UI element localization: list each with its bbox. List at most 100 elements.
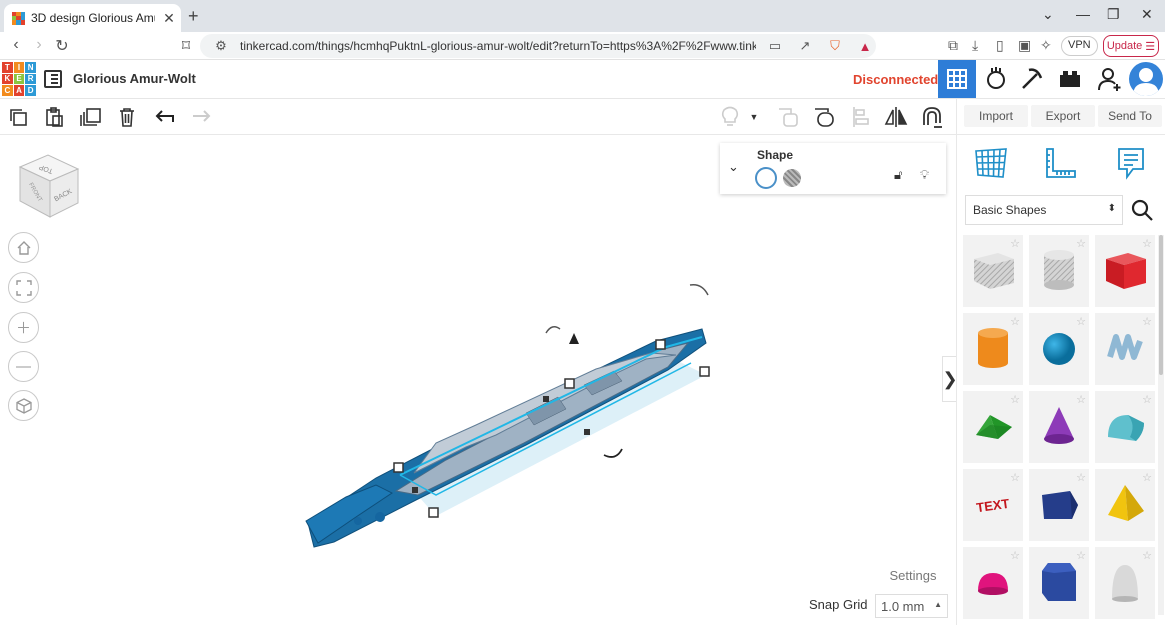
rotate-arrow-icon[interactable] [545,326,561,334]
shape-cylinder[interactable]: ☆ [963,313,1023,385]
scribble-icon [1107,334,1143,360]
undo-button[interactable] [153,105,177,129]
brave-rewards-icon[interactable]: ▲ [854,39,876,54]
paste-button[interactable] [42,105,66,129]
collapse-chevron-icon[interactable]: ⌄ [728,159,739,175]
download-icon[interactable]: ⤓ [972,37,978,54]
scale-handle[interactable] [393,462,404,473]
invite-user-button[interactable] [1091,60,1129,98]
view-cube[interactable]: TOP FRONT BACK [14,149,84,221]
projection-button[interactable] [8,390,39,421]
settings-button[interactable]: Settings [878,562,948,588]
midpoint-handle[interactable] [412,487,418,493]
copy-button[interactable] [6,105,30,129]
workplane-tool-icon[interactable] [973,145,1009,181]
sim-lab-button[interactable] [1051,60,1089,98]
browser-tab[interactable]: 3D design Glorious Amur-Wolt ✕ [4,4,181,32]
ruler-tool-icon[interactable] [1043,145,1079,181]
shape-roof[interactable]: ☆ [963,391,1023,463]
blocks-button[interactable] [977,60,1015,98]
align-button[interactable] [849,105,873,129]
duplicate-button[interactable] [79,105,103,129]
scale-handle[interactable] [428,507,439,518]
grid-view-icon [947,69,967,89]
snap-grid-select[interactable]: 1.0 mm ▲ [875,594,948,618]
scale-handle[interactable] [564,378,575,389]
shape-cone[interactable]: ☆ [1029,391,1089,463]
cruise-button[interactable] [920,105,944,129]
shape-half-sphere[interactable]: ☆ [963,547,1023,619]
cast-icon[interactable]: ▭ [764,38,786,54]
home-view-button[interactable] [8,232,39,263]
delete-button[interactable] [115,105,139,129]
ungroup-button[interactable] [812,105,836,129]
search-icon[interactable] [1129,197,1155,223]
new-tab-icon[interactable]: + [188,6,199,27]
tinkercad-logo[interactable]: T I N K E R C A D [2,62,36,96]
3d-view-button[interactable] [938,60,976,98]
zoom-in-button[interactable]: ＋ [8,312,39,343]
shape-paraboloid[interactable]: ☆ [1095,547,1155,619]
fit-view-button[interactable] [8,272,39,303]
leo-ai-icon[interactable]: ✧ [1040,37,1052,54]
project-name[interactable]: Glorious Amur-Wolt [73,71,196,86]
share-icon[interactable]: ↗ [794,38,816,54]
close-tab-icon[interactable]: ✕ [161,10,177,27]
shape-list-scrollbar[interactable] [1158,235,1164,615]
round-roof-icon [1108,415,1144,441]
scale-handle[interactable] [655,339,666,350]
hole-swatch[interactable] [783,169,801,187]
midpoint-handle[interactable] [584,429,590,435]
mirror-button[interactable] [884,105,908,129]
window-close-icon[interactable]: ✕ [1141,6,1153,23]
wallet-icon[interactable]: ▣ [1018,37,1031,54]
zoom-out-button[interactable]: — [8,351,39,382]
transform-handles[interactable] [390,275,730,520]
notes-tool-icon[interactable] [1113,145,1149,181]
maximize-icon[interactable]: ❐ [1107,6,1120,23]
vpn-button[interactable]: VPN [1061,36,1098,56]
shape-scribble[interactable]: ☆ [1095,313,1155,385]
group-button[interactable] [776,105,800,129]
rotate-arrow-icon[interactable] [603,448,623,458]
import-button[interactable]: Import [964,105,1028,127]
tab-search-icon[interactable]: ⌄ [1042,6,1054,23]
shape-text[interactable]: ☆ TEXT [963,469,1023,541]
lightbulb-icon[interactable]: 💡︎ [920,167,929,183]
forward-icon[interactable]: › [29,36,49,54]
lock-icon[interactable]: 🔓︎ [894,167,902,183]
solid-color-swatch[interactable] [755,167,777,189]
shape-cylinder-hole[interactable]: ☆ [1029,235,1089,307]
shape-wedge[interactable]: ☆ [1029,469,1089,541]
shape-box-hole[interactable]: ☆ [963,235,1023,307]
url-field[interactable]: ⚙ tinkercad.com/things/hcmhqPuktnL-glori… [200,34,876,58]
lift-handle[interactable] [569,333,579,344]
scale-handle[interactable] [699,366,710,377]
midpoint-handle[interactable] [543,396,549,402]
site-settings-icon[interactable]: ⚙ [210,38,232,54]
visibility-dropdown[interactable]: ▼ [747,105,761,129]
design-menu-icon[interactable] [44,70,62,88]
bricks-button[interactable] [1013,60,1051,98]
sidebar-icon[interactable]: ▯ [996,37,1004,54]
extensions-icon[interactable]: ⧉ [948,37,958,54]
shape-pyramid[interactable]: ☆ [1095,469,1155,541]
send-to-button[interactable]: Send To [1098,105,1162,127]
minimize-icon[interactable]: — [1076,6,1090,22]
brave-shields-icon[interactable]: ⛉ [824,38,846,54]
update-button[interactable]: Update ☰ [1103,35,1159,57]
show-hide-button[interactable] [718,105,742,129]
export-button[interactable]: Export [1031,105,1095,127]
reload-icon[interactable]: ↻ [52,36,72,56]
avatar[interactable] [1129,62,1163,96]
bookmark-icon[interactable]: ⌑ [176,36,196,56]
shape-sphere[interactable]: ☆ [1029,313,1089,385]
workplane[interactable]: TOP FRONT BACK ＋ — ⌄ Shape 🔓︎ 💡︎ [0,135,956,625]
shape-polygon[interactable]: ☆ [1029,547,1089,619]
rotate-arrow-icon[interactable] [689,283,709,296]
back-icon[interactable]: ‹ [6,36,26,54]
redo-button[interactable] [189,105,213,129]
shape-round-roof[interactable]: ☆ [1095,391,1155,463]
shape-box[interactable]: ☆ [1095,235,1155,307]
shape-category-select[interactable]: Basic Shapes ⬍ [965,195,1123,225]
